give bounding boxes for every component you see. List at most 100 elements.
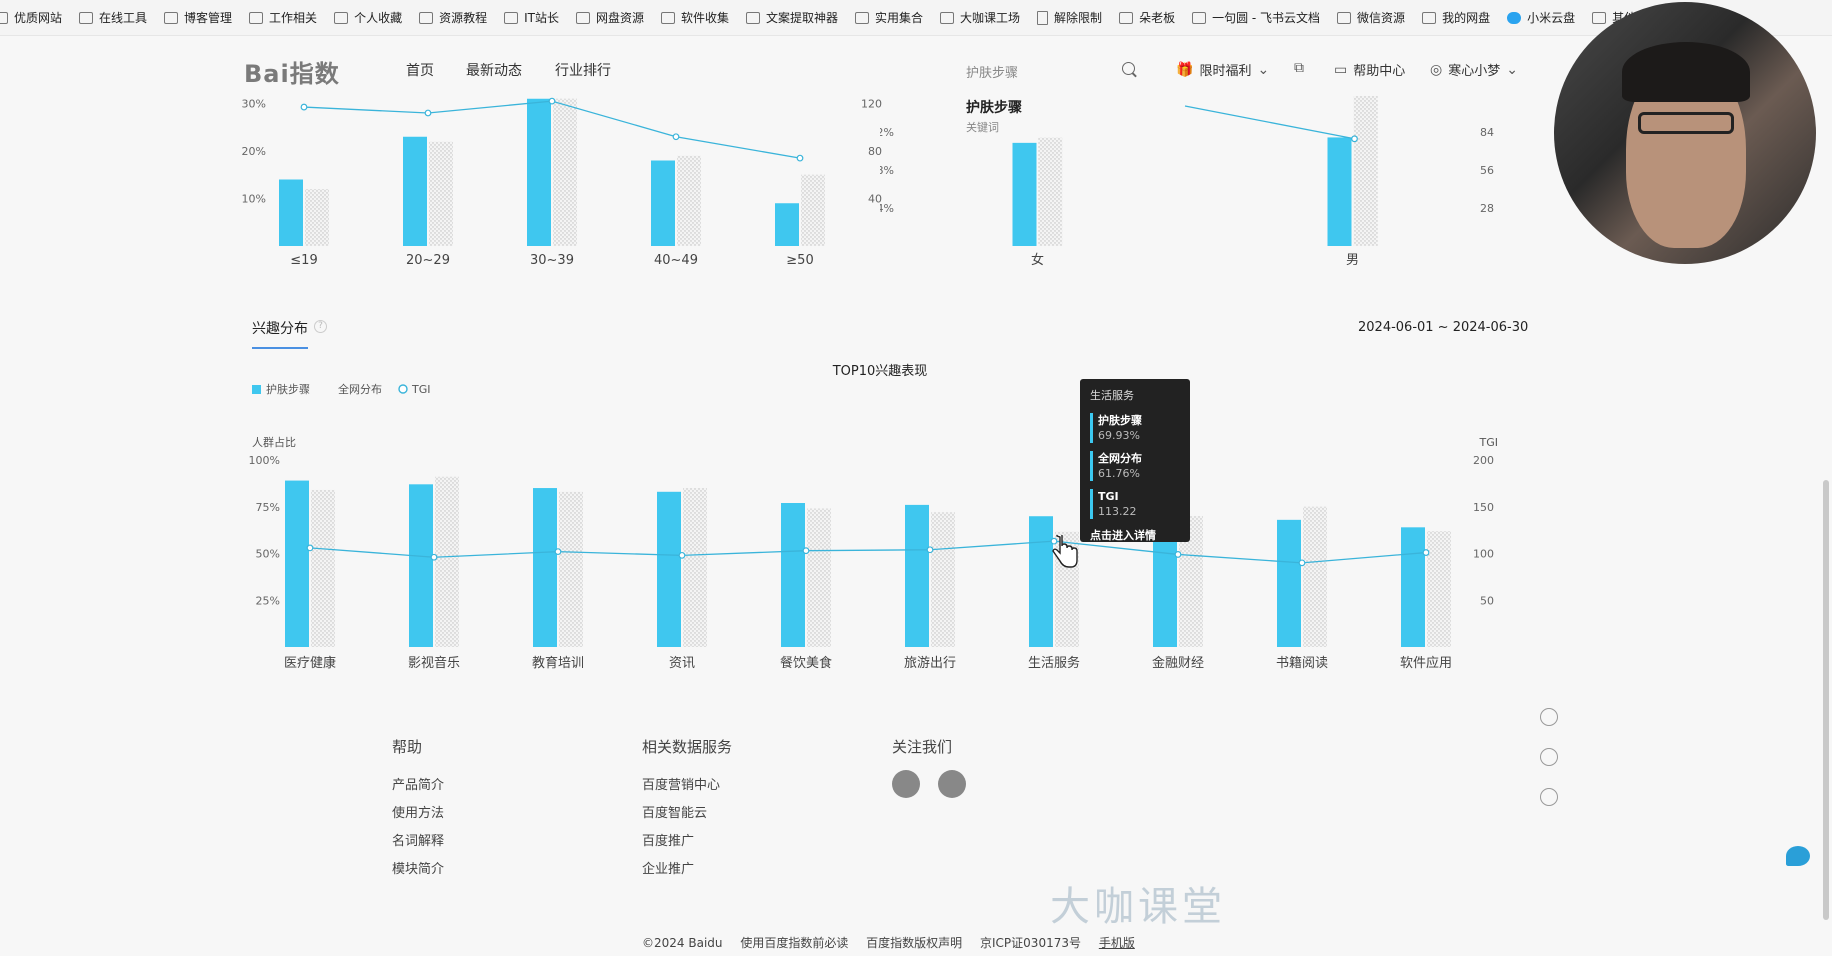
bar-overall [683,488,707,647]
bookmark-item[interactable]: 优质网站 [0,9,62,26]
bar-primary [657,491,681,647]
bookmark-item[interactable]: 大咖课工场 [940,9,1020,26]
y2-tick-label: 84 [1480,126,1494,139]
baidu-index-logo[interactable]: Bai指数 [244,54,340,89]
bookmark-item[interactable]: 资源教程 [419,9,487,26]
footer-follow-title: 关注我们 [892,738,953,756]
footer-help-link[interactable]: 名词解释 [392,830,444,849]
x-tick-label: 生活服务 [1028,655,1080,671]
bookmark-item[interactable]: 在线工具 [79,9,147,26]
page-scrollbar[interactable] [1823,480,1829,920]
chat-help-icon: ▭ [1334,61,1348,78]
bookmark-item[interactable]: IT站长 [504,9,559,26]
bookmark-item[interactable]: 我的网盘 [1422,9,1490,26]
folder-icon [746,11,760,24]
bar-primary [1012,142,1037,246]
y2-tick-label: 200 [1473,454,1494,467]
bookmark-item[interactable]: 文案提取神器 [746,9,838,26]
bookmark-item[interactable]: 软件收集 [660,9,729,26]
footer-service-link[interactable]: 百度推广 [642,830,694,849]
promo-menu[interactable]: 🎁 限时福利 ⌄ [1176,60,1275,80]
help-center-link[interactable]: ▭ 帮助中心 [1334,60,1405,80]
bookmark-item[interactable]: 一句圆 - 飞书云文档 [1192,9,1320,26]
bar-primary [1029,516,1053,647]
y-tick-label: 25% [256,594,280,607]
info-icon[interactable]: ? [314,320,327,333]
promo-label: 限时福利 [1199,64,1252,79]
bookmark-item[interactable]: 解除限制 [1037,9,1102,26]
x-tick-label: 书籍阅读 [1276,655,1328,671]
search-icon[interactable] [1122,62,1135,75]
share-icon[interactable] [1540,708,1558,726]
bookmark-item[interactable]: 实用集合 [855,9,923,26]
nav-home[interactable]: 首页 [406,60,434,80]
footer-service-link[interactable]: 百度智能云 [642,802,707,821]
legend-label: 全网分布 [338,382,382,396]
bar-overall [435,476,459,647]
x-tick-label: ≥50 [786,253,813,268]
bar-overall [931,512,955,647]
footer-service-link[interactable]: 百度营销中心 [642,774,720,793]
copyright-bar: ©2024 Baidu 使用百度指数前必读 百度指数版权声明 京ICP证0301… [642,934,1135,951]
chevron-down-icon: ⌄ [1506,61,1518,78]
x-tick-label: 餐饮美食 [780,655,832,671]
folder-icon [1337,11,1352,24]
tgi-point [672,133,680,141]
mobile-version-link[interactable]: 手机版 [1099,936,1135,950]
favorite-icon[interactable] [1540,748,1558,766]
tooltip-category: 生活服务 [1090,389,1134,402]
wechat-icon[interactable] [892,770,920,798]
bookmark-item[interactable]: 微信资源 [1337,9,1405,26]
bar-overall [1427,531,1451,647]
y-tick-label: 28% [880,164,894,177]
feedback-icon[interactable] [1540,788,1558,806]
bookmark-item[interactable]: 个人收藏 [334,9,402,26]
bar-primary [533,488,557,647]
gift-icon: 🎁 [1176,61,1194,78]
bookmark-label: 我的网盘 [1442,11,1491,25]
folder-icon [660,11,675,24]
bar-overall [1303,506,1327,647]
footer-help-link[interactable]: 产品简介 [392,774,444,793]
folder-icon [575,11,590,24]
folder-icon [1119,11,1134,24]
bar-overall [677,155,701,246]
y-tick-label: 100% [249,454,280,467]
bookmark-item[interactable]: 博客管理 [164,9,232,26]
bookmark-item[interactable]: 网盘资源 [575,9,644,26]
bookmark-item[interactable]: 朵老板 [1119,9,1175,26]
user-name: 寒心小梦 [1448,64,1501,79]
bookmark-label: 朵老板 [1139,11,1176,25]
tooltip-row-value: 61.76% [1098,467,1140,480]
x-tick-label: 30~39 [530,253,574,268]
tooltip-row-value: 69.93% [1098,429,1140,442]
bookmark-item[interactable]: 小米云盘 [1507,9,1575,26]
age-distribution-chart: 10%20%30%4080120≤19 20~29 30~39 40~49 ≥50 [242,98,882,269]
bookmark-label: 软件收集 [680,11,729,25]
icp-link[interactable]: 京ICP证030173号 [980,936,1081,950]
bookmark-label: 文案提取神器 [766,11,839,25]
terms-link[interactable]: 使用百度指数前必读 [740,936,848,950]
y-tick-label: 75% [256,501,280,514]
user-menu[interactable]: ◎ 寒心小梦 ⌄ [1430,60,1524,80]
nav-ranking[interactable]: 行业排行 [555,60,611,80]
chart-title: TOP10兴趣表现 [832,364,928,379]
tooltip-row-name: 全网分布 [1098,452,1142,465]
copyright-statement-link[interactable]: 百度指数版权声明 [866,936,962,950]
weibo-icon[interactable] [938,770,966,798]
legend-swatch-primary [252,385,261,394]
bar-primary [651,160,675,246]
bar-primary [1327,137,1352,246]
tab-interest-distribution[interactable]: 兴趣分布 [252,318,308,338]
link-icon[interactable]: ⧉ [1294,60,1310,76]
search-input[interactable]: 护肤步骤 [966,62,1018,81]
customer-service-icon[interactable] [1786,846,1810,866]
tooltip-detail-link[interactable]: 点击进入详情 [1090,527,1180,543]
footer-service-link[interactable]: 企业推广 [642,858,694,877]
y2-tick-label: 150 [1473,501,1494,514]
bookmark-item[interactable]: 工作相关 [249,9,317,26]
bar-overall [311,489,335,647]
nav-latest[interactable]: 最新动态 [466,60,522,80]
footer-help-link[interactable]: 模块简介 [392,858,444,877]
footer-help-link[interactable]: 使用方法 [392,802,444,821]
